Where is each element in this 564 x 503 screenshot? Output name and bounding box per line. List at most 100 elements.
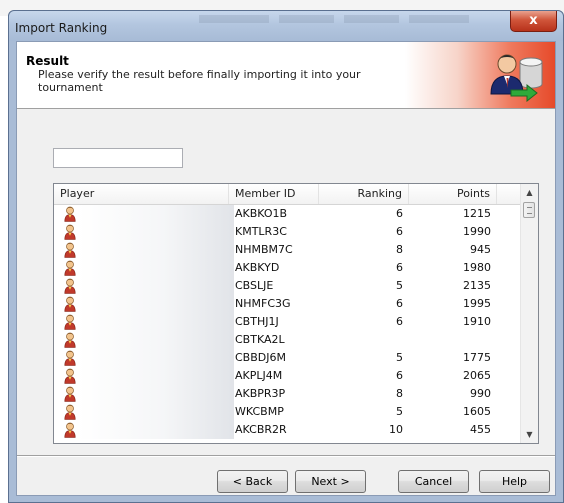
table-row[interactable]: KMTLR3C 6 1990 [54,223,521,241]
background-window-text [199,15,269,23]
table-row[interactable]: CBSLJE 5 2135 [54,277,521,295]
cell-ranking: 8 [396,387,403,400]
window-title: Import Ranking [15,21,108,35]
player-name-redacted [78,421,234,439]
filter-input[interactable] [53,148,183,168]
table-row[interactable]: AKPLJ4M 6 2065 [54,367,521,385]
background-window-text [344,15,399,23]
player-icon [64,296,76,312]
player-name-redacted [78,403,234,421]
column-header-member-id[interactable]: Member ID [229,184,319,204]
list-header: Player Member ID Ranking Points [54,184,521,205]
player-icon [64,386,76,402]
dialog-client-area: Result Please verify the result before f… [16,41,556,496]
table-row[interactable]: CBTKA2L [54,331,521,349]
player-icon [64,332,76,348]
column-header-player[interactable]: Player [54,184,229,204]
cell-member-id: AKBKYD [235,261,280,274]
next-button[interactable]: Next > [295,470,366,493]
player-name-redacted [78,205,234,223]
cell-member-id: CBTHJ1J [235,315,279,328]
back-button[interactable]: < Back [217,470,288,493]
separator [17,455,555,457]
ranking-list[interactable]: Player Member ID Ranking Points AKBKO1B 6… [53,183,539,444]
scrollbar-thumb[interactable] [523,202,535,218]
cell-member-id: AKBKO1B [235,207,288,220]
player-name-redacted [78,367,234,385]
cell-points: 1980 [463,261,491,274]
cell-ranking: 6 [396,297,403,310]
cell-ranking: 5 [396,351,403,364]
close-icon: x [529,13,538,28]
player-name-redacted [78,223,234,241]
table-row[interactable]: CBTHJ1J 6 1910 [54,313,521,331]
cell-member-id: CBSLJE [235,279,274,292]
list-rows: AKBKO1B 6 1215 KMTLR3C 6 1990 NHMBM7C 8 945 AKBKY… [54,205,521,439]
cell-member-id: CBTKA2L [235,333,285,346]
page-description: Please verify the result before finally … [38,68,361,94]
table-row[interactable]: AKBKO1B 6 1215 [54,205,521,223]
player-name-redacted [78,259,234,277]
player-icon [64,206,76,222]
cell-points: 1990 [463,225,491,238]
background-window-text [409,15,469,23]
player-name-redacted [78,331,234,349]
player-name-redacted [78,277,234,295]
player-name-redacted [78,349,234,367]
player-name-redacted [78,295,234,313]
cell-points [409,331,491,349]
cell-points: 1775 [463,351,491,364]
table-row[interactable]: CBBDJ6M 5 1775 [54,349,521,367]
player-icon [64,242,76,258]
table-row[interactable]: AKCBR2R 10 455 [54,421,521,439]
cell-ranking: 6 [396,369,403,382]
cell-member-id: WKCBMP [235,405,284,418]
table-row[interactable]: NHMBM7C 8 945 [54,241,521,259]
table-row[interactable]: WKCBMP 5 1605 [54,403,521,421]
cell-ranking: 5 [396,279,403,292]
player-name-redacted [78,313,234,331]
cell-ranking: 6 [396,207,403,220]
cell-points: 2065 [463,369,491,382]
cancel-button[interactable]: Cancel [398,470,469,493]
scroll-down-arrow-icon[interactable]: ▼ [521,426,538,443]
table-row[interactable]: NHMFC3G 6 1995 [54,295,521,313]
cell-points: 455 [470,423,491,436]
cell-points: 1910 [463,315,491,328]
import-ranking-dialog: Import Ranking x Result Please verify th… [8,10,564,503]
vertical-scrollbar[interactable]: ▲ ▼ [520,184,538,443]
cell-points: 1215 [463,207,491,220]
cell-member-id: AKCBR2R [235,423,287,436]
cell-ranking: 6 [396,225,403,238]
cell-ranking: 6 [396,315,403,328]
cell-ranking: 8 [396,243,403,256]
player-name-redacted [78,385,234,403]
cell-points: 2135 [463,279,491,292]
help-button[interactable]: Help [479,470,550,493]
cell-ranking: 10 [389,423,403,436]
cell-member-id: AKBPR3P [235,387,286,400]
table-row[interactable]: AKBKYD 6 1980 [54,259,521,277]
cell-member-id: CBBDJ6M [235,351,286,364]
column-header-ranking[interactable]: Ranking [319,184,409,204]
cell-points: 945 [470,243,491,256]
close-button[interactable]: x [510,11,557,32]
table-row[interactable]: AKBPR3P 8 990 [54,385,521,403]
cell-member-id: AKPLJ4M [235,369,283,382]
cell-ranking [319,331,403,349]
player-icon [64,260,76,276]
cell-ranking: 5 [396,405,403,418]
grip-icon [527,207,532,214]
player-icon [64,422,76,438]
player-name-redacted [78,241,234,259]
column-header-points[interactable]: Points [409,184,497,204]
player-icon [64,404,76,420]
cell-points: 1995 [463,297,491,310]
title-bar[interactable]: Import Ranking x [9,11,563,41]
wizard-header: Result Please verify the result before f… [17,42,555,109]
import-user-database-icon [490,54,543,102]
page-title: Result [26,54,69,68]
scroll-up-arrow-icon[interactable]: ▲ [521,184,538,201]
player-icon [64,350,76,366]
cell-member-id: KMTLR3C [235,225,287,238]
